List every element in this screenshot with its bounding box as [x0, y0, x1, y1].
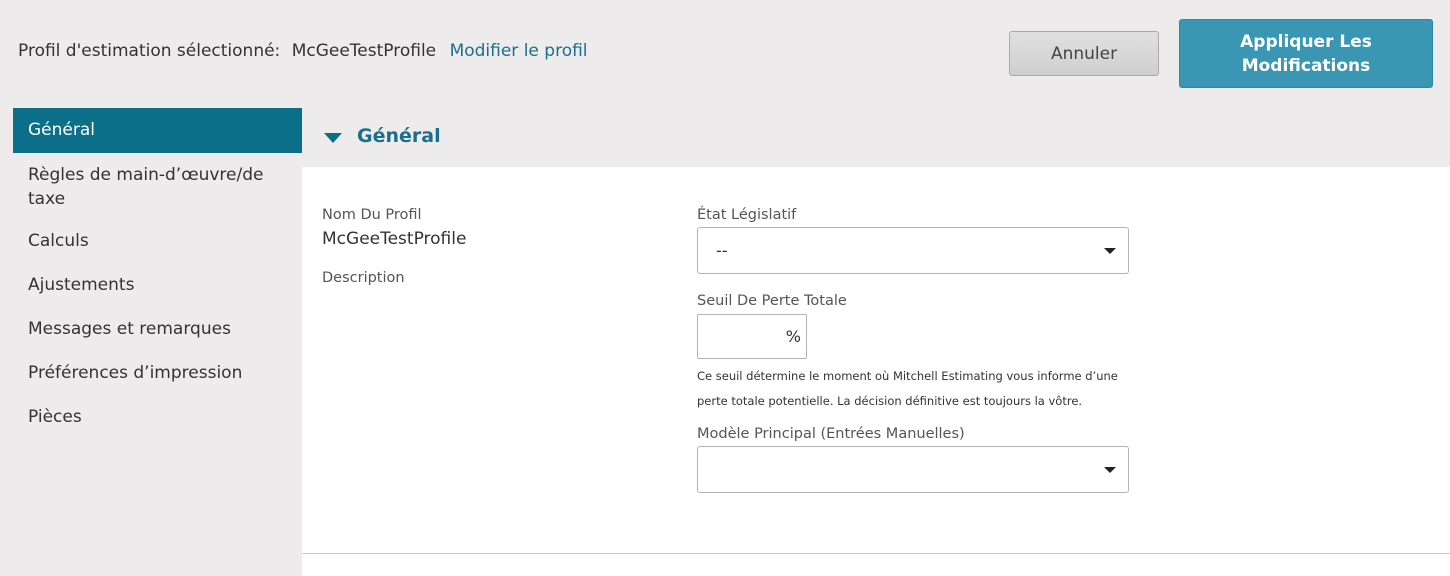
primary-model-label: Modèle Principal (Entrées Manuelles): [697, 426, 965, 442]
sidebar-item-calculations[interactable]: Calculs: [13, 219, 302, 263]
profile-name-label: Nom Du Profil: [322, 207, 422, 223]
description-label: Description: [322, 270, 405, 286]
sidebar-nav: Général Règles de main-d’œuvre/de taxe C…: [13, 108, 302, 439]
sidebar-item-labor-tax-rules[interactable]: Règles de main-d’œuvre/de taxe: [13, 153, 302, 219]
threshold-label: Seuil De Perte Totale: [697, 293, 847, 309]
profile-name-value: McGeeTestProfile: [322, 229, 467, 249]
panel-footer-area: [302, 554, 1450, 576]
threshold-help-text: Ce seuil détermine le moment où Mitchell…: [697, 369, 1118, 408]
selected-profile-name: McGeeTestProfile: [291, 41, 437, 61]
cancel-button[interactable]: Annuler: [1009, 31, 1159, 76]
section-header-general[interactable]: Général: [302, 108, 1450, 167]
state-label: État Législatif: [697, 207, 797, 223]
sidebar-item-print-preferences[interactable]: Préférences d’impression: [13, 351, 302, 395]
chevron-down-icon: [1104, 467, 1116, 473]
sidebar-item-adjustments[interactable]: Ajustements: [13, 263, 302, 307]
sidebar-item-messages-remarks[interactable]: Messages et remarques: [13, 307, 302, 351]
apply-changes-button[interactable]: Appliquer Les Modifications: [1179, 19, 1433, 88]
section-title: Général: [357, 125, 441, 147]
state-select-value: --: [716, 241, 728, 260]
profile-header: Profil d'estimation sélectionné: McGeeTe…: [18, 41, 588, 61]
edit-profile-link[interactable]: Modifier le profil: [450, 41, 588, 61]
state-select[interactable]: --: [697, 227, 1129, 274]
selected-profile-label: Profil d'estimation sélectionné:: [18, 41, 281, 61]
chevron-down-icon: [1104, 248, 1116, 254]
caret-down-icon[interactable]: [324, 133, 342, 143]
sidebar-item-parts[interactable]: Pièces: [13, 395, 302, 439]
total-loss-threshold-input[interactable]: %: [697, 314, 807, 359]
sidebar-item-general[interactable]: Général: [13, 108, 302, 153]
general-settings-panel: Nom Du Profil McGeeTestProfile Descripti…: [302, 167, 1450, 554]
estimate-profile-page: Profil d'estimation sélectionné: McGeeTe…: [0, 0, 1450, 576]
primary-model-select[interactable]: [697, 446, 1129, 493]
percent-unit: %: [785, 327, 801, 346]
